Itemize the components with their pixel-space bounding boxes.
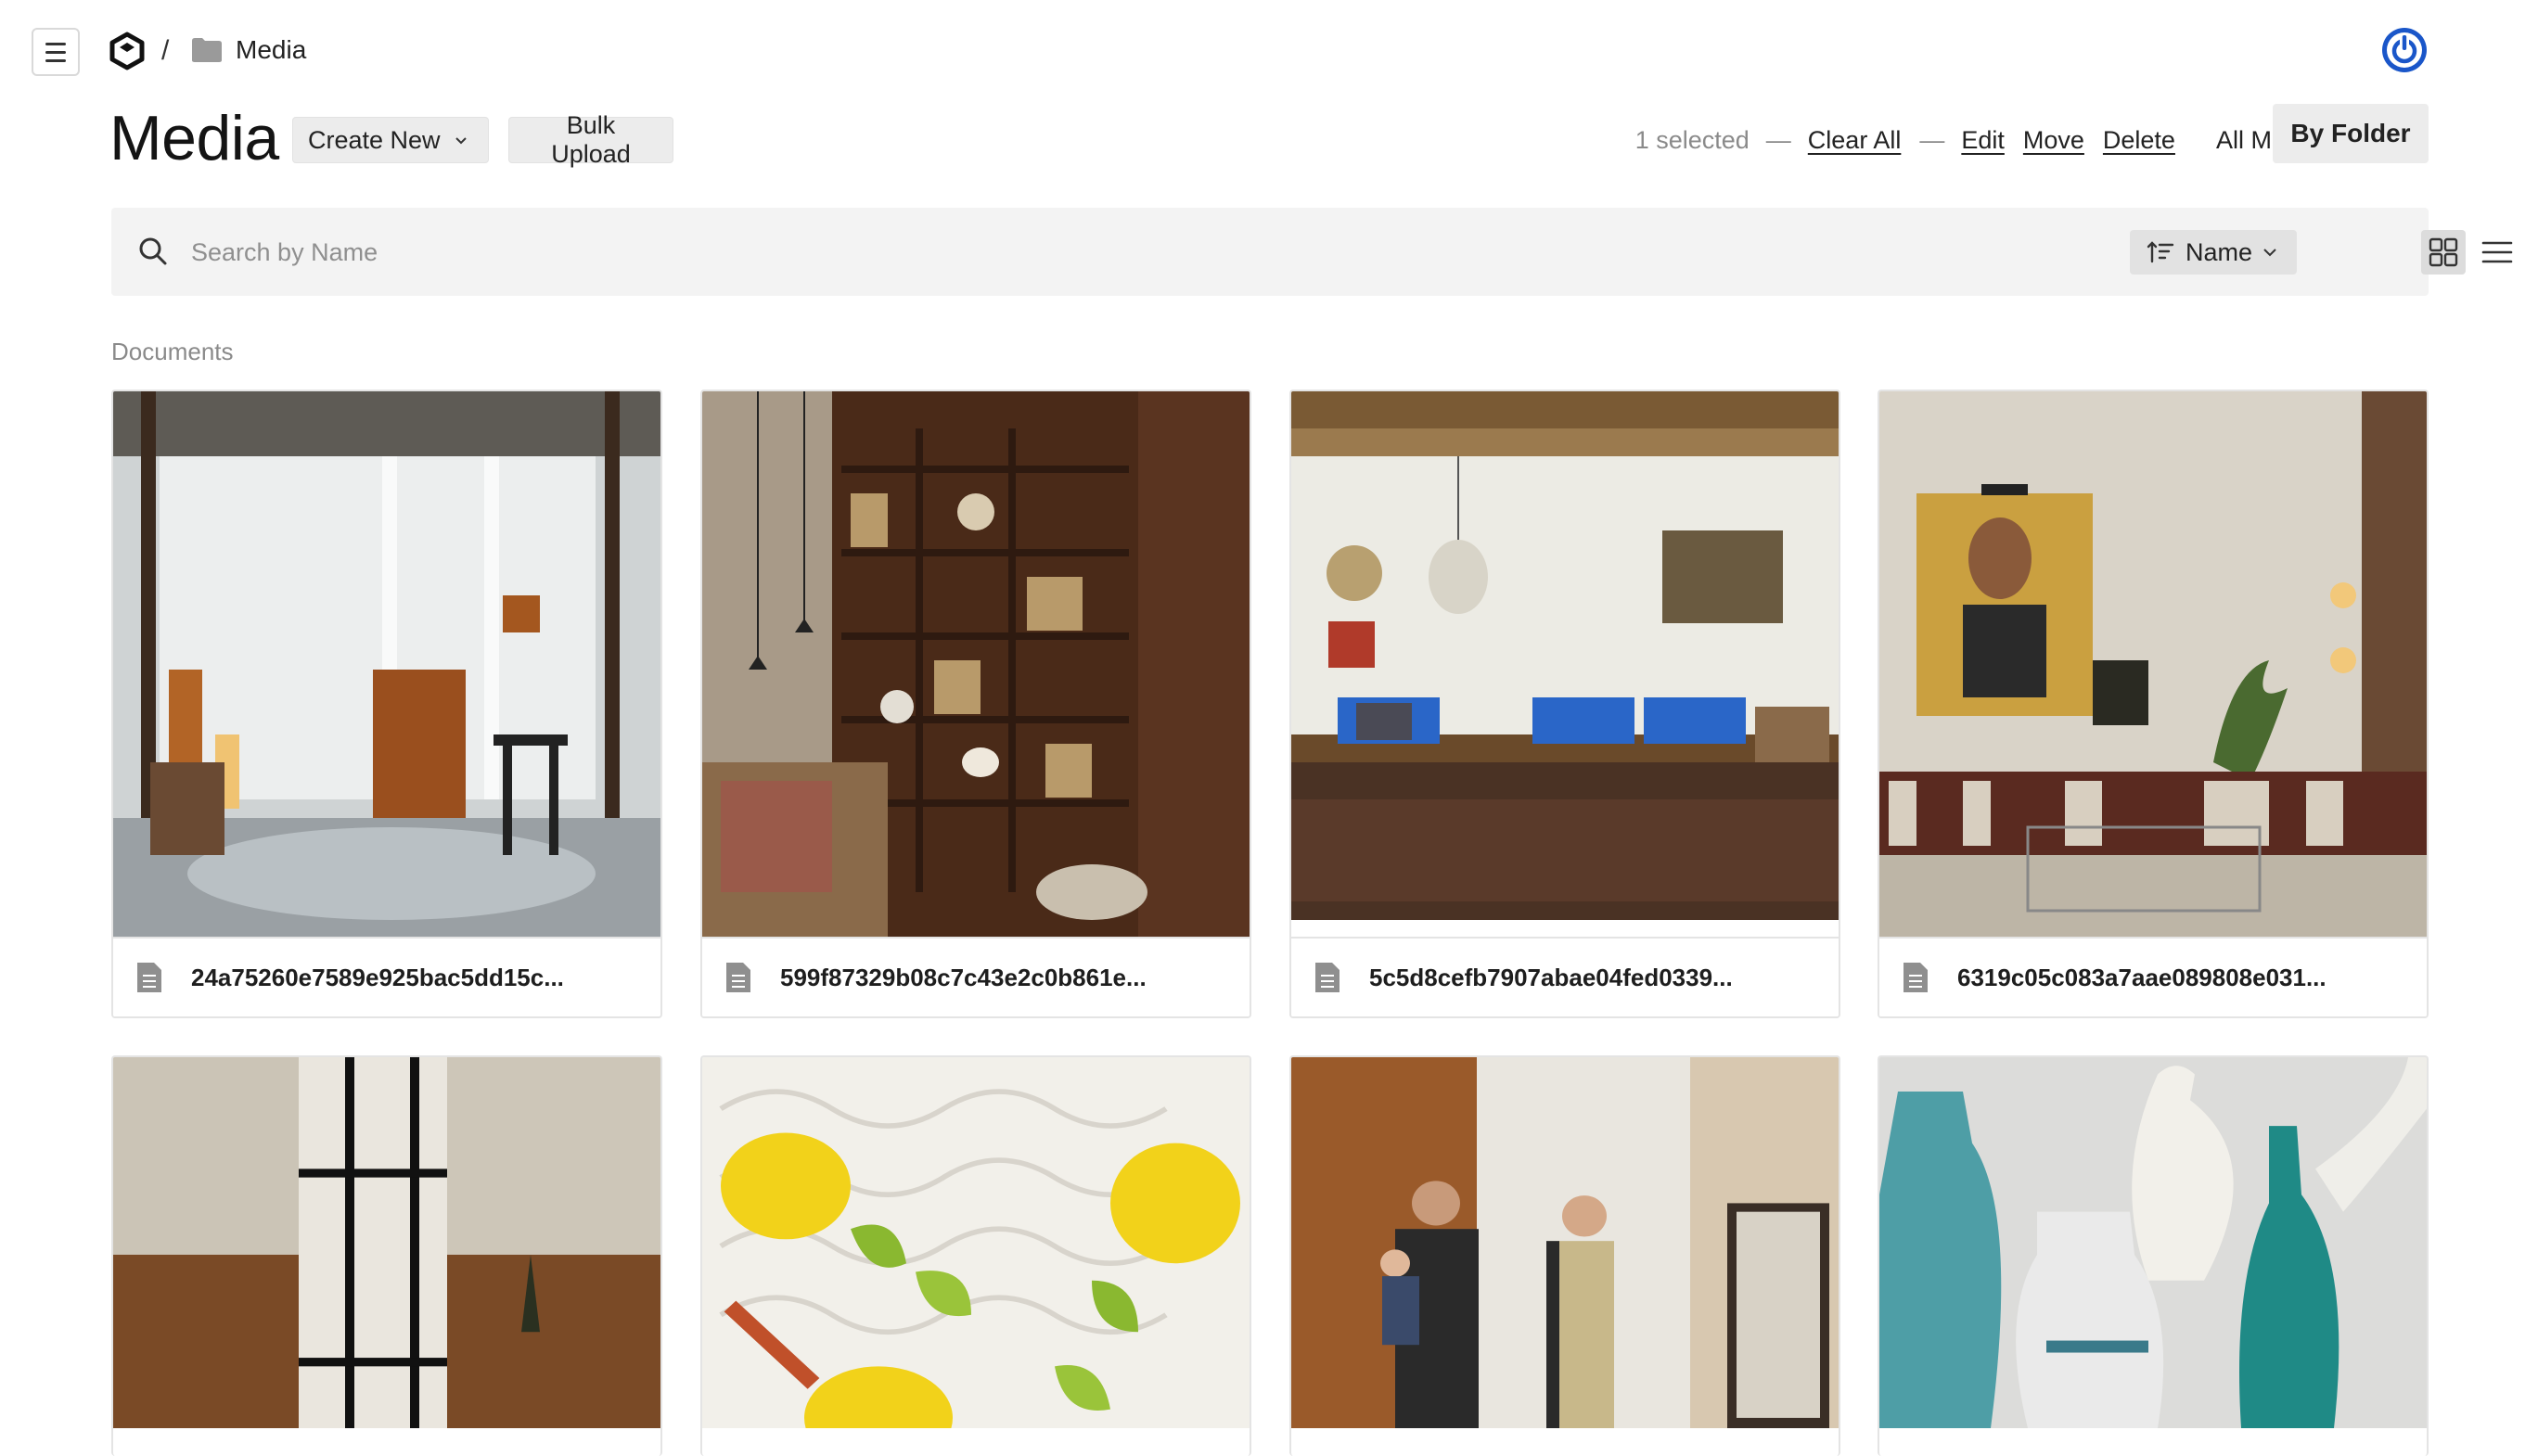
family-portrait-image <box>1291 1057 1839 1428</box>
media-card[interactable] <box>1289 1055 1840 1456</box>
file-name: 6319c05c083a7aae089808e031... <box>1957 963 2326 991</box>
move-button[interactable]: Move <box>2023 126 2084 155</box>
account-power-icon[interactable] <box>2380 26 2429 74</box>
bulk-upload-button[interactable]: Bulk Upload <box>508 111 673 168</box>
search-icon <box>139 237 167 265</box>
delete-button[interactable]: Delete <box>2103 126 2175 155</box>
thumbnail-image <box>1879 1057 2427 1428</box>
selection-separator: — <box>1765 125 1791 154</box>
bookshelf-room-image <box>702 391 1250 937</box>
folder-icon <box>192 38 222 62</box>
lemon-ceramic-image <box>702 1057 1250 1428</box>
media-card[interactable] <box>1878 1055 2429 1456</box>
breadcrumb-current[interactable]: Media <box>236 35 306 65</box>
media-card[interactable] <box>111 1055 662 1456</box>
breadcrumb-separator: / <box>161 35 170 66</box>
section-label: Documents <box>111 338 234 365</box>
top-bar: / Media <box>0 0 2538 104</box>
ceramic-vases-image <box>1879 1057 2427 1428</box>
hamburger-icon <box>45 42 66 45</box>
app-logo-icon[interactable] <box>108 32 147 70</box>
by-folder-tab[interactable]: By Folder <box>2273 104 2429 163</box>
media-card[interactable]: 6319c05c083a7aae089808e031... <box>1878 390 2429 1018</box>
thumbnail-image <box>113 1057 660 1428</box>
edit-button[interactable]: Edit <box>1961 126 2005 155</box>
sort-icon <box>2147 241 2174 263</box>
thumbnail-image <box>1291 391 1839 937</box>
media-card[interactable]: 599f87329b08c7c43e2c0b861e... <box>700 390 1251 1018</box>
media-card[interactable]: 24a75260e7589e925bac5dd15c... <box>111 390 662 1018</box>
list-icon <box>2481 241 2513 263</box>
menu-button[interactable] <box>32 28 80 76</box>
grid-view-button[interactable] <box>2421 230 2466 275</box>
list-view-button[interactable] <box>2475 230 2519 275</box>
card-footer: 24a75260e7589e925bac5dd15c... <box>113 937 660 1016</box>
sort-dropdown[interactable]: Name <box>2130 230 2297 275</box>
thumbnail-image <box>702 1057 1250 1428</box>
linen-curtains-image <box>113 1057 660 1428</box>
curtains-room-image <box>113 391 660 937</box>
file-name: 599f87329b08c7c43e2c0b861e... <box>780 963 1147 991</box>
selection-toolbar: 1 selected — Clear All — Edit Move Delet… <box>1635 119 2319 161</box>
thumbnail-image <box>702 391 1250 937</box>
document-icon <box>1904 963 1928 992</box>
chevron-down-icon <box>455 137 467 145</box>
document-icon <box>137 963 161 992</box>
card-footer: 5c5d8cefb7907abae04fed0339... <box>1291 937 1839 1016</box>
media-card[interactable]: 5c5d8cefb7907abae04fed0339... <box>1289 390 1840 1018</box>
document-icon <box>1315 963 1340 992</box>
create-new-label: Create New <box>308 125 441 154</box>
selection-separator: — <box>1919 125 1945 154</box>
thumbnail-image <box>113 391 660 937</box>
portrait-room-image <box>1879 391 2427 937</box>
create-new-button[interactable]: Create New <box>292 117 489 163</box>
grid-icon <box>2429 237 2458 267</box>
card-footer: 599f87329b08c7c43e2c0b861e... <box>702 937 1250 1016</box>
page-title: Media <box>109 103 279 173</box>
file-name: 24a75260e7589e925bac5dd15c... <box>191 963 564 991</box>
thumbnail-image <box>1291 1057 1839 1428</box>
blue-sofa-room-image <box>1291 391 1839 937</box>
search-input[interactable] <box>191 228 1861 276</box>
chevron-down-icon <box>2263 249 2276 257</box>
sort-label: Name <box>2186 237 2253 266</box>
clear-all-button[interactable]: Clear All <box>1808 126 1902 155</box>
file-name: 5c5d8cefb7907abae04fed0339... <box>1369 963 1733 991</box>
search-bar: Name <box>111 208 2513 296</box>
media-card[interactable] <box>700 1055 1251 1456</box>
card-footer: 6319c05c083a7aae089808e031... <box>1879 937 2427 1016</box>
selection-count: 1 selected <box>1634 125 1750 154</box>
thumbnail-image <box>1879 391 2427 937</box>
document-icon <box>726 963 750 992</box>
